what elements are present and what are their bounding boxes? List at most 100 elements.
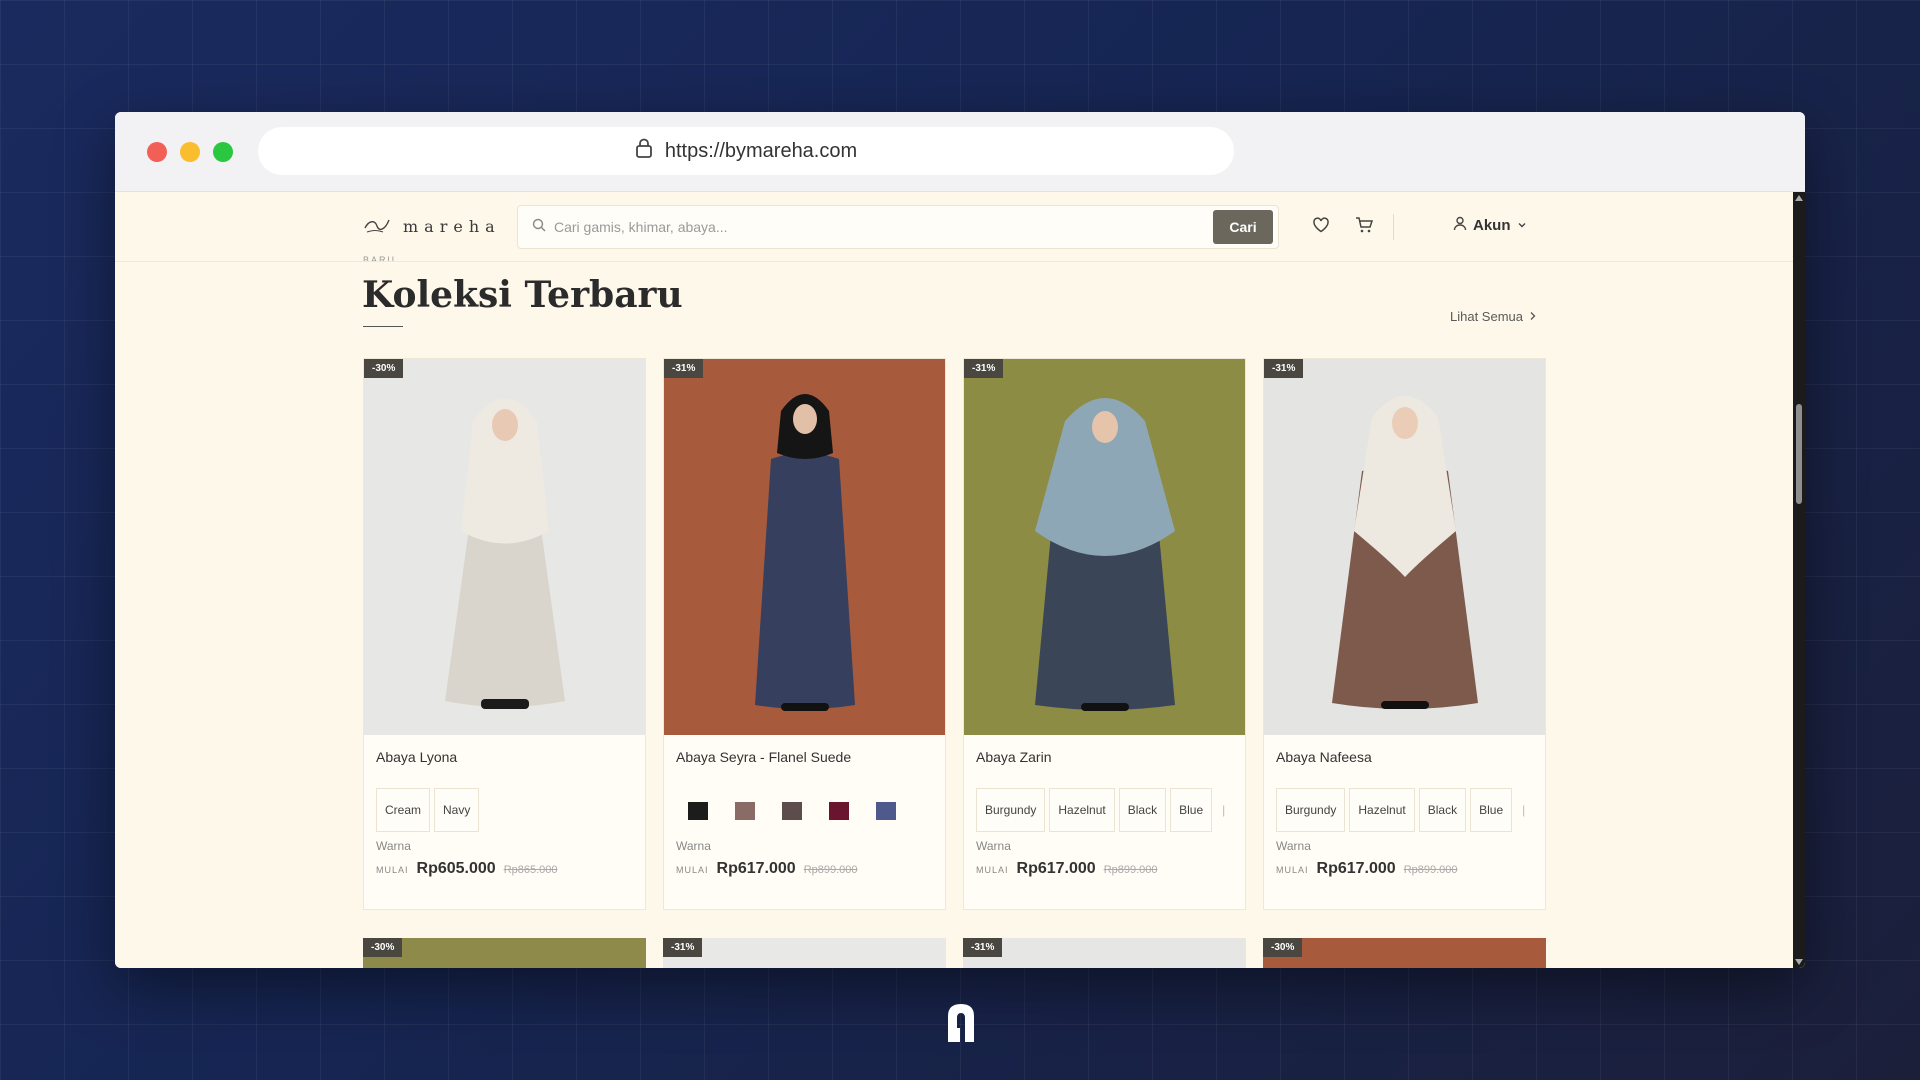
scroll-down-arrow-icon[interactable] <box>1795 959 1803 965</box>
site-header: mareha Cari Akun <box>115 192 1793 262</box>
color-chip[interactable]: Hazelnut <box>1049 788 1115 832</box>
scrollbar-thumb[interactable] <box>1796 404 1802 504</box>
product-card[interactable]: -31% Abaya Nafeesa Burgundy Hazelnut Bla… <box>1263 358 1546 910</box>
account-menu[interactable]: Akun <box>1453 216 1527 235</box>
price: Rp617.000 <box>1316 860 1396 877</box>
color-swatch[interactable] <box>829 802 849 820</box>
product-name[interactable]: Abaya Zarin <box>976 749 1051 765</box>
color-chip[interactable]: Black <box>1118 788 1167 832</box>
minimize-window-button[interactable] <box>180 142 200 162</box>
logo-mark-icon <box>363 214 393 239</box>
color-label: Warna <box>976 839 1011 853</box>
product-card-partial[interactable]: -30% <box>1263 938 1546 968</box>
price: Rp617.000 <box>716 860 796 877</box>
product-name[interactable]: Abaya Lyona <box>376 749 457 765</box>
address-bar[interactable]: https://bymareha.com <box>258 127 1234 175</box>
title-underline <box>363 326 403 327</box>
product-card-partial[interactable]: -30% <box>363 938 646 968</box>
price: Rp617.000 <box>1016 860 1096 877</box>
discount-badge: -31% <box>963 938 1003 957</box>
color-swatch[interactable] <box>876 802 896 820</box>
discount-badge: -30% <box>1263 938 1303 957</box>
model-figure <box>1034 398 1175 711</box>
more-colors-indicator[interactable]: | <box>1216 788 1231 832</box>
product-card-partial[interactable]: -31% <box>663 938 946 968</box>
close-window-button[interactable] <box>147 142 167 162</box>
search-button[interactable]: Cari <box>1213 210 1273 244</box>
see-all-link[interactable]: Lihat Semua <box>1450 309 1537 324</box>
search-box: Cari <box>517 205 1279 249</box>
search-input[interactable] <box>546 219 1213 235</box>
search-icon <box>532 218 546 237</box>
discount-badge: -31% <box>964 359 1004 378</box>
scroll-up-arrow-icon[interactable] <box>1795 195 1803 201</box>
price: Rp605.000 <box>416 860 496 877</box>
from-label: MULAI <box>1276 865 1309 875</box>
color-chip[interactable]: Blue <box>1470 788 1513 832</box>
page-scrollbar[interactable] <box>1793 192 1805 968</box>
logo-text: mareha <box>403 217 501 236</box>
price-row: MULAI Rp617.000 Rp899.000 <box>676 860 858 878</box>
user-icon <box>1453 216 1467 235</box>
product-image[interactable]: -31% <box>964 359 1245 735</box>
product-name[interactable]: Abaya Seyra - Flanel Suede <box>676 749 851 765</box>
color-label: Warna <box>1276 839 1311 853</box>
chevron-down-icon <box>1517 217 1527 234</box>
see-all-label: Lihat Semua <box>1450 309 1523 324</box>
color-options: Burgundy Hazelnut Black Blue | <box>1276 788 1531 832</box>
model-figure <box>1331 396 1478 709</box>
cart-icon[interactable] <box>1355 216 1374 239</box>
color-chip[interactable]: Navy <box>434 788 480 832</box>
product-card[interactable]: -31% Abaya Seyra - Flanel Suede Warna MU… <box>663 358 946 910</box>
product-image[interactable]: -31% <box>1264 359 1545 735</box>
more-colors-indicator[interactable]: | <box>1516 788 1531 832</box>
chevron-right-icon <box>1529 309 1537 324</box>
model-figure <box>754 394 855 711</box>
color-options: Burgundy Hazelnut Black Blue | <box>976 788 1231 832</box>
price-row: MULAI Rp617.000 Rp899.000 <box>1276 860 1458 878</box>
color-swatch[interactable] <box>782 802 802 820</box>
color-chip[interactable]: Burgundy <box>1276 788 1346 832</box>
color-label: Warna <box>376 839 411 853</box>
product-name[interactable]: Abaya Nafeesa <box>1276 749 1372 765</box>
product-card[interactable]: -31% Abaya Zarin Burgundy Hazelnut Black… <box>963 358 1246 910</box>
url-text: https://bymareha.com <box>664 139 858 162</box>
browser-chrome: https://bymareha.com <box>115 112 1805 192</box>
color-chip[interactable]: Hazelnut <box>1349 788 1415 832</box>
price-row: MULAI Rp605.000 Rp865.000 <box>376 860 558 878</box>
discount-badge: -31% <box>663 938 703 957</box>
discount-badge: -30% <box>364 359 404 378</box>
web-page: mareha Cari Akun <box>115 192 1805 968</box>
site-logo[interactable]: mareha <box>363 214 501 239</box>
original-price: Rp899.000 <box>1103 864 1158 876</box>
brand-watermark-icon <box>946 1002 976 1049</box>
price-row: MULAI Rp617.000 Rp899.000 <box>976 860 1158 878</box>
product-card[interactable]: -30% Abaya Lyona Cream Navy Warna MULAI … <box>363 358 646 910</box>
product-image[interactable]: -31% <box>664 359 945 735</box>
from-label: MULAI <box>976 865 1009 875</box>
original-price: Rp865.000 <box>503 864 558 876</box>
browser-window: https://bymareha.com mareha Cari gamis, … <box>115 112 1805 968</box>
maximize-window-button[interactable] <box>213 142 233 162</box>
lock-icon <box>635 138 653 164</box>
wishlist-heart-icon[interactable] <box>1312 216 1330 239</box>
original-price: Rp899.000 <box>803 864 858 876</box>
color-chip[interactable]: Burgundy <box>976 788 1046 832</box>
discount-badge: -31% <box>1264 359 1304 378</box>
header-divider <box>1393 214 1394 240</box>
account-label: Akun <box>1473 217 1511 234</box>
from-label: MULAI <box>376 865 409 875</box>
color-swatch[interactable] <box>735 802 755 820</box>
color-swatch[interactable] <box>688 802 708 820</box>
color-chip[interactable]: Cream <box>376 788 431 832</box>
discount-badge: -31% <box>664 359 704 378</box>
product-card-partial[interactable]: -31% <box>963 938 1246 968</box>
original-price: Rp899.000 <box>1403 864 1458 876</box>
discount-badge: -30% <box>363 938 403 957</box>
color-options: Cream Navy <box>376 788 480 832</box>
from-label: MULAI <box>676 865 709 875</box>
color-chip[interactable]: Black <box>1418 788 1467 832</box>
color-swatches <box>688 802 896 820</box>
product-image[interactable]: -30% <box>364 359 645 735</box>
color-chip[interactable]: Blue <box>1170 788 1213 832</box>
